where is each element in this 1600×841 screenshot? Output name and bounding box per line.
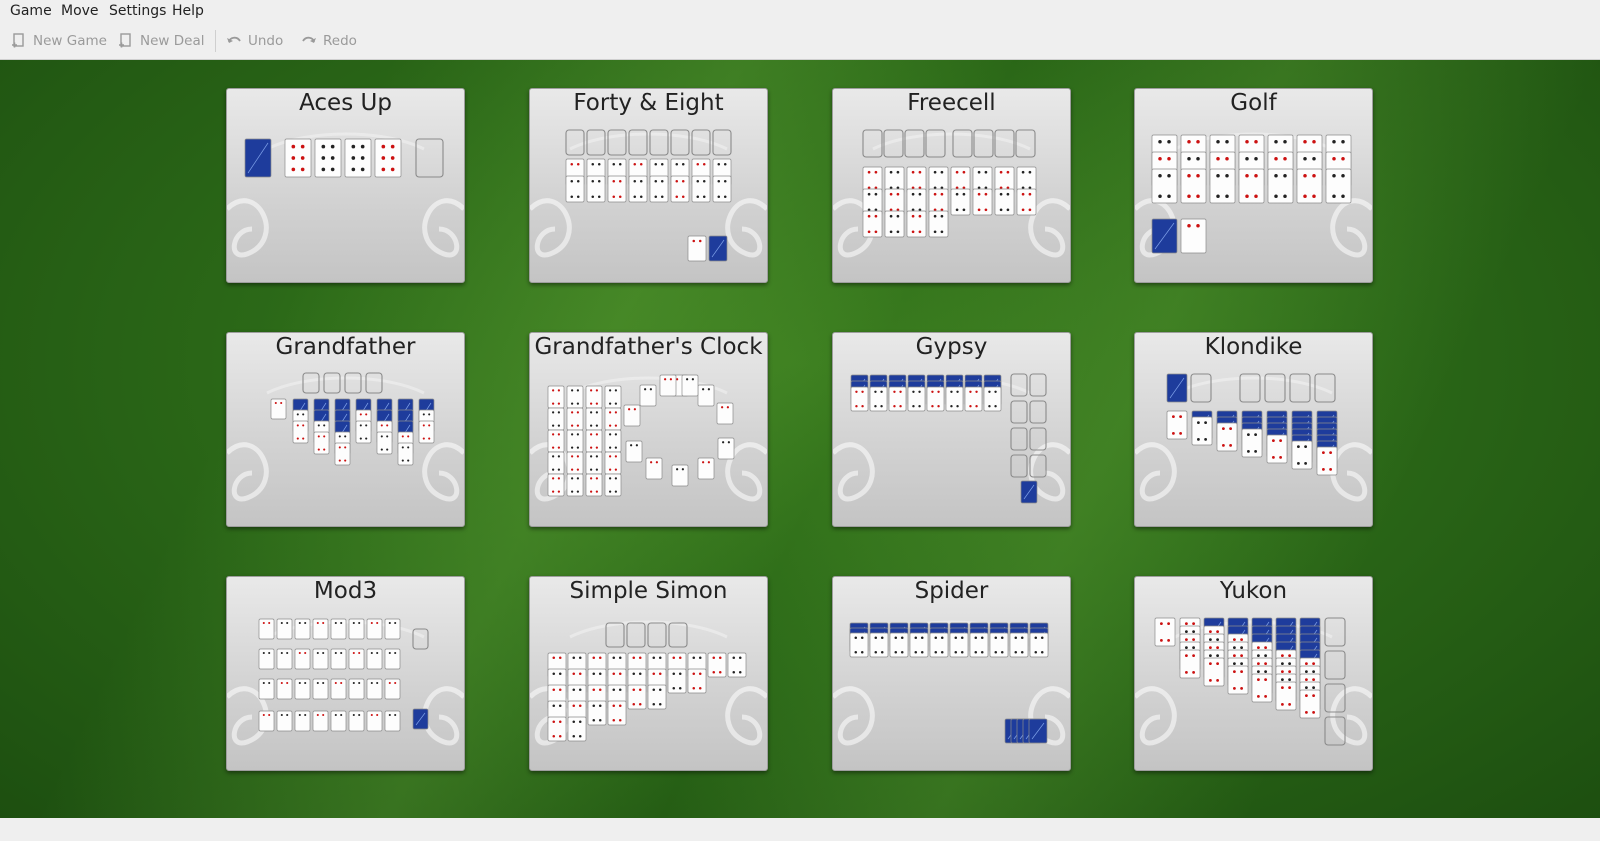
redo-button[interactable]: Redo <box>301 33 357 49</box>
grandfather-preview-icon <box>270 372 435 466</box>
menu-settings[interactable]: Settings <box>109 3 166 19</box>
game-tile-grandfathers-clock[interactable]: Grandfather's Clock <box>529 332 768 527</box>
game-tile-mod3[interactable]: Mod3 <box>226 576 465 771</box>
game-tile-golf[interactable]: Golf <box>1134 88 1373 283</box>
freecell-preview-icon <box>862 129 1037 238</box>
undo-button[interactable]: Undo <box>226 33 283 49</box>
redo-label: Redo <box>323 33 357 49</box>
menu-help[interactable]: Help <box>172 3 204 19</box>
grandfathers-clock-preview-icon <box>547 374 735 497</box>
game-tile-aces-up[interactable]: Aces Up <box>226 88 465 283</box>
forty-and-eight-preview-icon <box>565 129 732 262</box>
mod3-preview-icon <box>258 618 429 732</box>
game-tile-klondike[interactable]: Klondike <box>1134 332 1373 527</box>
new-game-label: New Game <box>33 33 107 49</box>
game-tile-grandfather[interactable]: Grandfather <box>226 332 465 527</box>
new-deal-icon <box>119 33 131 48</box>
game-selection-table: Aces Up Forty & Eight Freecell Golf Gran… <box>0 60 1600 818</box>
klondike-preview-icon <box>1166 373 1338 476</box>
aces-up-preview-icon <box>244 138 444 178</box>
undo-label: Undo <box>248 33 284 49</box>
menu-game[interactable]: Game <box>10 3 52 19</box>
new-deal-label: New Deal <box>140 33 205 49</box>
game-tile-freecell[interactable]: Freecell <box>832 88 1071 283</box>
new-deal-button[interactable]: New Deal <box>118 33 204 49</box>
simple-simon-preview-icon <box>547 622 747 742</box>
menu-bar: Game Move Settings Help <box>0 0 1600 22</box>
game-tile-spider[interactable]: Spider <box>832 576 1071 771</box>
undo-icon <box>227 36 241 43</box>
game-tile-gypsy[interactable]: Gypsy <box>832 332 1071 527</box>
game-tile-yukon[interactable]: Yukon <box>1134 576 1373 771</box>
new-game-button[interactable]: New Game <box>11 33 107 49</box>
new-game-icon <box>12 33 24 48</box>
redo-icon <box>302 36 316 43</box>
gypsy-preview-icon <box>850 373 1047 504</box>
toolbar: New Game New Deal Undo Redo <box>0 22 1600 60</box>
status-bar <box>0 818 1600 841</box>
spider-preview-icon <box>849 622 1049 744</box>
yukon-preview-icon <box>1154 617 1346 746</box>
menu-move[interactable]: Move <box>61 3 99 19</box>
game-tile-forty-and-eight[interactable]: Forty & Eight <box>529 88 768 283</box>
toolbar-separator <box>215 30 216 52</box>
game-tile-simple-simon[interactable]: Simple Simon <box>529 576 768 771</box>
golf-preview-icon <box>1151 134 1352 254</box>
